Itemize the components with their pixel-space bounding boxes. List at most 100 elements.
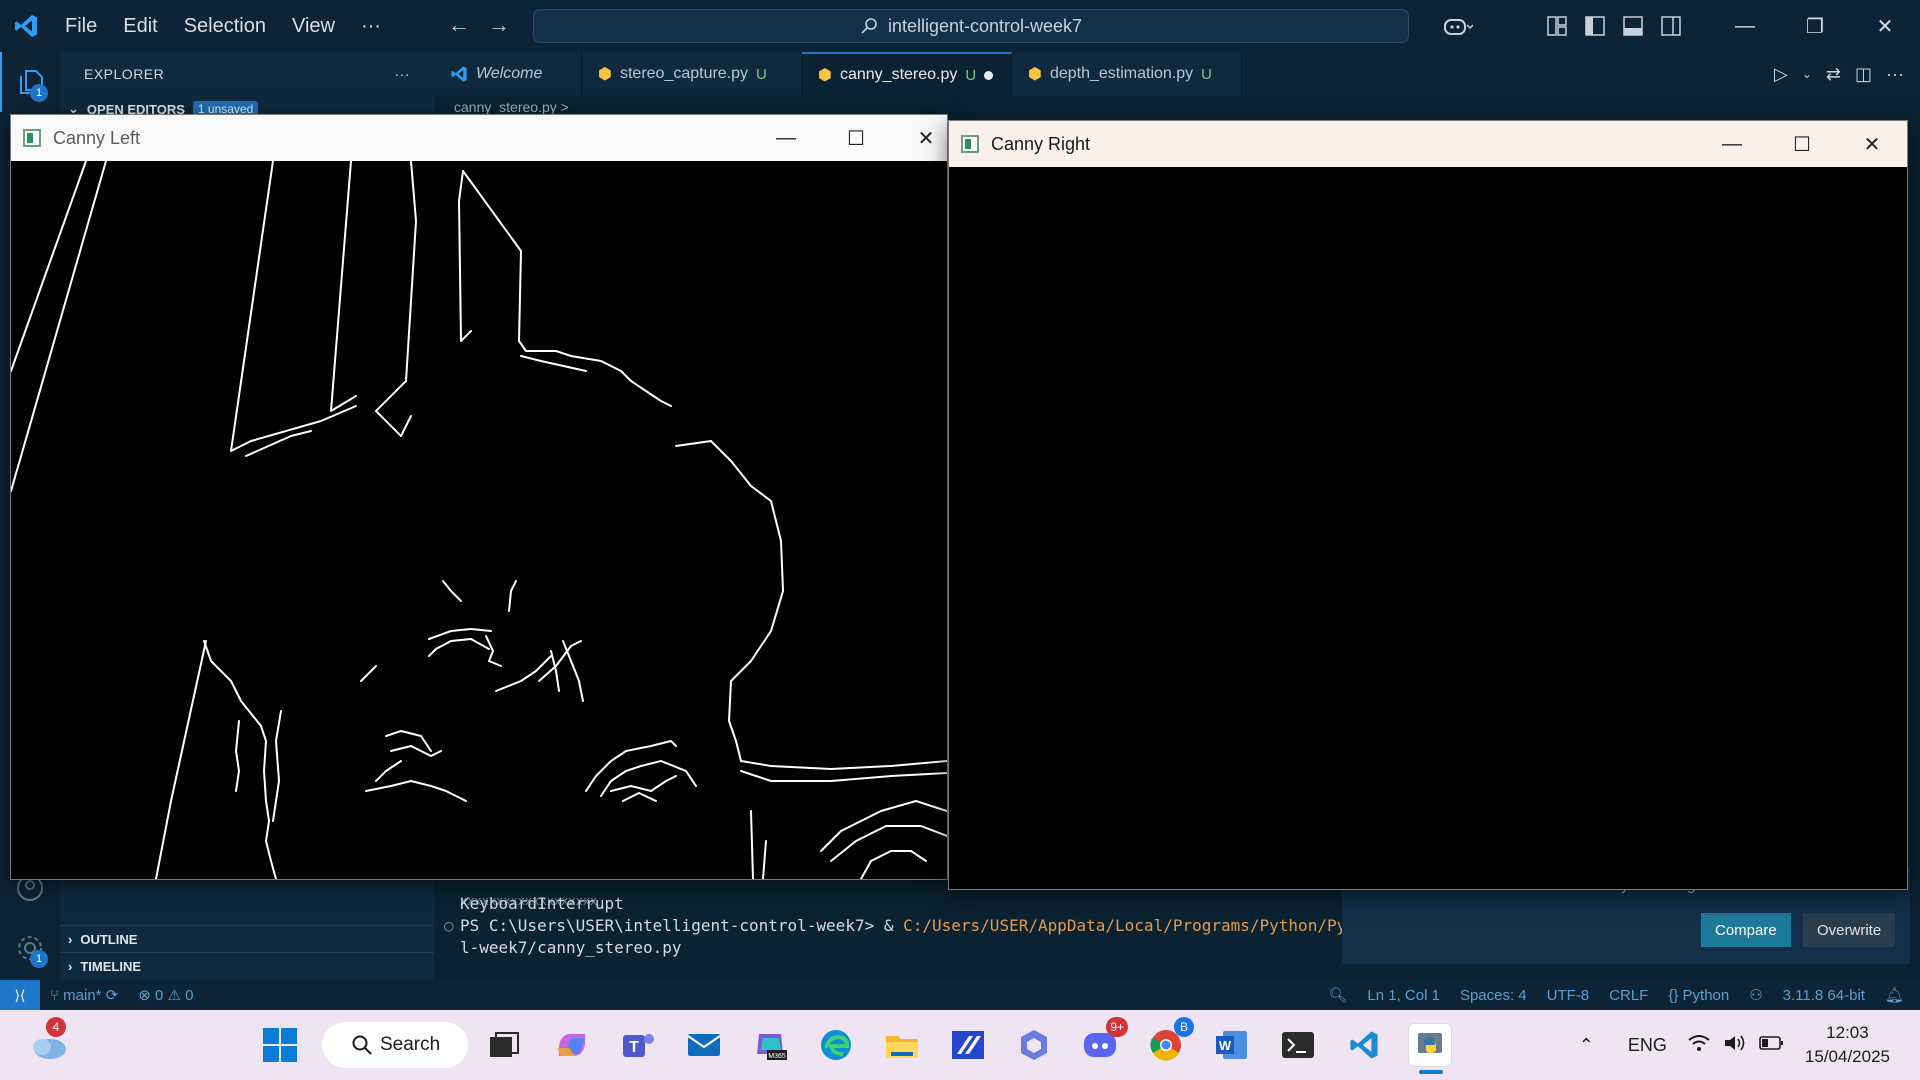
svg-text:T: T <box>629 1039 639 1056</box>
minimize-button[interactable]: — <box>751 127 821 150</box>
mail-icon[interactable] <box>682 1023 726 1067</box>
toggle-panel-icon[interactable] <box>1614 0 1652 52</box>
menu-file[interactable]: File <box>52 0 110 52</box>
restore-button[interactable]: ❐ <box>1780 0 1850 52</box>
cursor-position[interactable]: Ln 1, Col 1 <box>1357 987 1450 1004</box>
vscode-logo-icon <box>0 0 52 52</box>
explorer-more-icon[interactable]: ··· <box>395 66 411 82</box>
forward-arrow-icon[interactable]: → <box>488 12 510 38</box>
outline-section[interactable]: › OUTLINE <box>60 925 434 952</box>
run-dropdown-icon[interactable]: ⌄ <box>1802 67 1812 81</box>
clock[interactable]: 12:03 15/04/2025 <box>1795 1021 1920 1069</box>
settings-badge: 1 <box>30 950 48 968</box>
weather-widget-icon[interactable]: 4 <box>26 1017 70 1067</box>
input-language[interactable]: ENG <box>1614 1035 1681 1056</box>
file-explorer-icon[interactable] <box>880 1023 924 1067</box>
minimize-button[interactable]: — <box>1697 133 1767 156</box>
toggle-sidebar-icon[interactable] <box>1576 0 1614 52</box>
maximize-button[interactable]: ☐ <box>821 126 891 151</box>
split-editor-icon[interactable]: ◫ <box>1855 64 1872 85</box>
git-branch[interactable]: ⑂ main* ⟳ <box>40 986 128 1004</box>
sync-icon[interactable]: ⟳ <box>106 987 119 1004</box>
problems-indicator[interactable]: ⊗ 0 ⚠ 0 <box>128 986 203 1004</box>
maximize-button[interactable]: ☐ <box>1767 132 1837 157</box>
run-icon[interactable]: ▷ <box>1774 64 1788 85</box>
tab-stereo-capture[interactable]: ⬢ stereo_capture.py U <box>582 52 802 96</box>
copilot-app-icon[interactable] <box>550 1023 594 1067</box>
explorer-badge: 1 <box>30 84 48 102</box>
task-view-icon[interactable] <box>482 1023 526 1067</box>
word-icon[interactable]: W <box>1210 1023 1254 1067</box>
terminal-app-icon[interactable] <box>1276 1023 1320 1067</box>
close-button[interactable]: ✕ <box>1837 132 1907 157</box>
compare-button[interactable]: Compare <box>1701 913 1791 947</box>
tab-status: U <box>965 66 977 84</box>
customize-layout-icon[interactable] <box>1538 0 1576 52</box>
overwrite-button[interactable]: Overwrite <box>1803 913 1896 947</box>
chevron-right-icon: › <box>68 931 73 947</box>
tab-depth-estimation[interactable]: ⬢ depth_estimation.py U <box>1012 52 1242 96</box>
menu-bar: File Edit Selection View ··· <box>52 0 394 52</box>
edge-icon[interactable] <box>814 1023 858 1067</box>
chrome-icon[interactable]: B <box>1144 1017 1194 1067</box>
timeline-section[interactable]: › TIMELINE <box>60 952 434 979</box>
explorer-icon[interactable]: 1 <box>0 52 60 112</box>
tray-overflow-chevron-icon[interactable]: ⌃ <box>1559 1035 1614 1056</box>
menu-selection[interactable]: Selection <box>171 0 279 52</box>
language-mode[interactable]: {} Python <box>1658 987 1739 1004</box>
vscode-taskbar-icon[interactable] <box>1342 1023 1386 1067</box>
start-windows-icon[interactable] <box>258 1023 302 1067</box>
canny-left-titlebar[interactable]: Canny Left — ☐ ✕ <box>11 115 947 161</box>
menu-more[interactable]: ··· <box>348 0 394 52</box>
toggle-secondary-sidebar-icon[interactable] <box>1652 0 1690 52</box>
command-center-label: intelligent-control-week7 <box>887 15 1083 36</box>
notifications-bell-icon[interactable]: 🔔︎ <box>1875 986 1920 1004</box>
close-button[interactable]: ✕ <box>1850 0 1920 52</box>
teams-icon[interactable]: T <box>616 1023 660 1067</box>
end-of-line[interactable]: CRLF <box>1599 987 1658 1004</box>
copilot-status-icon[interactable]: ⚇ <box>1739 986 1772 1004</box>
opencv-window-icon <box>961 135 979 153</box>
chrome-profile-badge: B <box>1174 1017 1194 1037</box>
tab-canny-stereo[interactable]: ⬢ canny_stereo.py U <box>802 52 1012 96</box>
remote-indicator-icon[interactable]: ⟩⟨ <box>0 980 40 1010</box>
back-arrow-icon[interactable]: ← <box>448 12 470 38</box>
discord-icon[interactable]: 9+ <box>1078 1017 1128 1067</box>
python-window-icon[interactable] <box>1408 1023 1452 1074</box>
windows-taskbar: 4 Search T M365 9+ B W ⌃ ENG 12:03 15/04… <box>0 1010 1920 1080</box>
chevron-right-icon: › <box>68 958 73 974</box>
settings-gear-icon[interactable]: 1 <box>0 918 60 978</box>
canny-right-titlebar[interactable]: Canny Right — ☐ ✕ <box>949 121 1907 167</box>
copilot-hex-icon[interactable] <box>1012 1023 1056 1067</box>
editor-tabs: Welcome ⬢ stereo_capture.py U ⬢ canny_st… <box>434 52 1920 96</box>
zoom-icon[interactable]: 🔍︎ <box>1318 986 1357 1004</box>
command-center[interactable]: intelligent-control-week7 <box>533 9 1409 43</box>
canny-right-title: Canny Right <box>991 133 1091 154</box>
menu-edit[interactable]: Edit <box>110 0 170 52</box>
encoding[interactable]: UTF-8 <box>1537 987 1600 1004</box>
microsoft-365-icon[interactable]: M365 <box>748 1023 792 1067</box>
title-bar: File Edit Selection View ··· ← → intelli… <box>0 0 1920 52</box>
wifi-icon[interactable] <box>1681 1033 1717 1058</box>
python-interpreter[interactable]: 3.11.8 64-bit <box>1773 987 1875 1004</box>
tab-label: stereo_capture.py <box>619 65 749 82</box>
menu-view[interactable]: View <box>279 0 348 52</box>
terminal-line-3: l-week7/canny_stereo.py <box>460 938 682 957</box>
minimize-button[interactable]: — <box>1710 0 1780 52</box>
indentation[interactable]: Spaces: 4 <box>1450 987 1537 1004</box>
canny-left-title: Canny Left <box>53 127 141 148</box>
taskbar-search[interactable]: Search <box>322 1022 468 1068</box>
unsaved-dot-icon[interactable] <box>984 70 994 80</box>
tab-label: depth_estimation.py <box>1049 65 1194 82</box>
more-actions-icon[interactable]: ··· <box>1886 64 1904 85</box>
timeline-label: TIMELINE <box>80 958 142 974</box>
volume-icon[interactable] <box>1717 1033 1753 1058</box>
open-changes-icon[interactable]: ⇄ <box>1826 64 1841 85</box>
tab-welcome[interactable]: Welcome <box>434 52 582 96</box>
canny-right-window[interactable]: Canny Right — ☐ ✕ <box>948 120 1908 890</box>
canny-left-window[interactable]: Canny Left — ☐ ✕ <box>10 114 948 880</box>
powerautomate-icon[interactable] <box>946 1023 990 1067</box>
svg-text:M365: M365 <box>768 1053 786 1060</box>
battery-icon[interactable] <box>1753 1035 1795 1056</box>
copilot-icon[interactable] <box>1428 0 1488 52</box>
